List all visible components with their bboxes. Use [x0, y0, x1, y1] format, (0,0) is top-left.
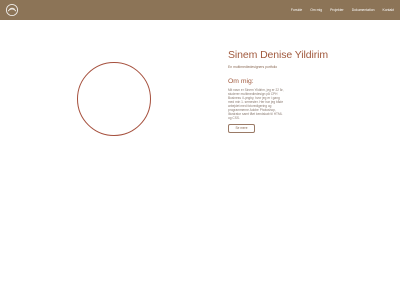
- top-navbar: Forside Om mig Projekter Dokumentation K…: [0, 0, 400, 20]
- nav-link-kontakt[interactable]: Kontakt: [383, 8, 395, 12]
- logo-icon[interactable]: [5, 3, 19, 17]
- profile-photo-circle: [77, 62, 151, 136]
- page-title: Sinem Denise Yildirim: [228, 49, 329, 61]
- nav-link-forside[interactable]: Forside: [291, 8, 302, 12]
- nav-link-projekter[interactable]: Projekter: [330, 8, 344, 12]
- page-subtitle: En multimediedesigners portfolio: [228, 65, 278, 69]
- nav-link-om-mig[interactable]: Om mig: [310, 8, 322, 12]
- about-heading: Om mig:: [228, 78, 254, 85]
- see-more-button[interactable]: Se mere: [228, 124, 255, 133]
- main-nav: Forside Om mig Projekter Dokumentation K…: [291, 0, 394, 20]
- about-paragraph: Mit navn er Sinem Yildirim, jeg er 22 år…: [228, 88, 284, 121]
- nav-link-dokumentation[interactable]: Dokumentation: [352, 8, 375, 12]
